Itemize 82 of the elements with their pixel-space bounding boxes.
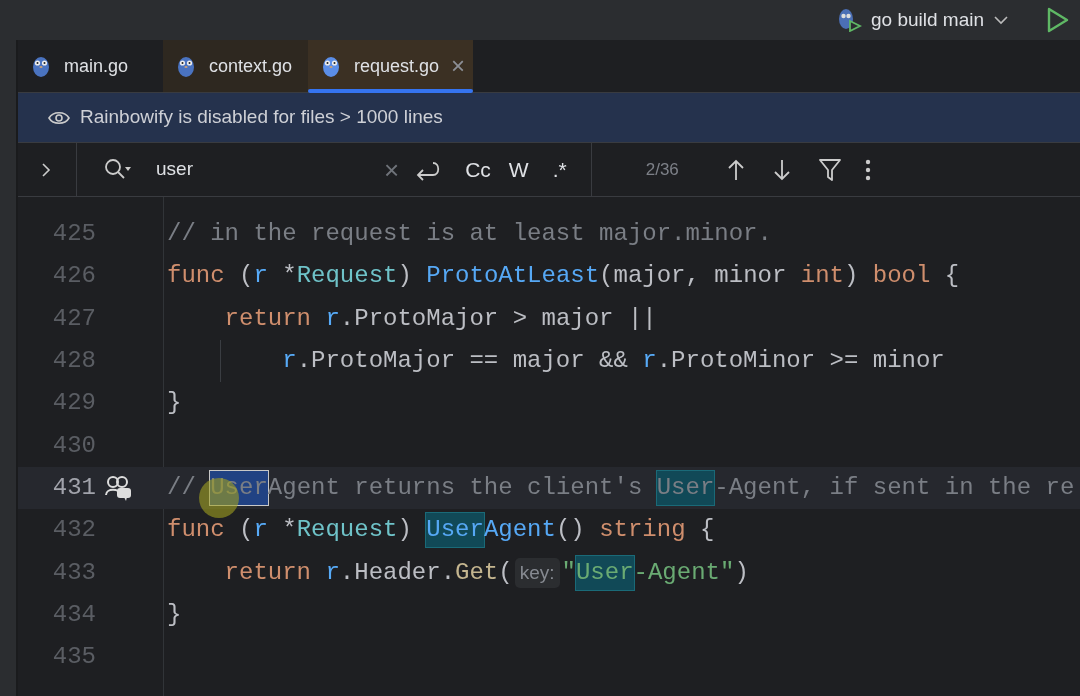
code-text: { bbox=[698, 515, 715, 546]
code-text: * bbox=[281, 515, 297, 546]
arrow-up-icon[interactable] bbox=[726, 158, 745, 181]
receiver-name: r bbox=[253, 261, 268, 292]
code-text: ) bbox=[843, 261, 860, 292]
keyword: string bbox=[599, 515, 686, 546]
file-tab[interactable]: context.go bbox=[163, 40, 308, 92]
chevron-down-icon bbox=[994, 15, 1008, 25]
keyword: func bbox=[167, 261, 225, 292]
receiver-name: r bbox=[325, 303, 340, 334]
search-match: User bbox=[656, 470, 715, 505]
comment-text: // bbox=[167, 472, 197, 503]
gopher-icon bbox=[175, 54, 197, 78]
keyword: bool bbox=[872, 261, 931, 292]
code-text: .Header. bbox=[339, 557, 456, 588]
code-text: (major, minor bbox=[599, 261, 788, 292]
regex-toggle[interactable]: .* bbox=[552, 153, 567, 186]
gopher-icon bbox=[320, 54, 342, 78]
receiver-name: r bbox=[325, 557, 340, 588]
code-text: } bbox=[167, 388, 182, 419]
function-name: ProtoAtLeast bbox=[426, 261, 600, 292]
code-text: .ProtoMajor == major && bbox=[296, 346, 629, 377]
comment-text: -Agent, if sent in the re bbox=[714, 472, 1075, 503]
code-text: () bbox=[555, 515, 586, 546]
code-text: ( bbox=[238, 515, 254, 546]
line-number: 429 bbox=[51, 388, 96, 419]
comment-text: // in the request is at least major.minor. bbox=[167, 219, 772, 250]
run-icon[interactable] bbox=[1046, 7, 1070, 33]
code-text: ) bbox=[397, 515, 413, 546]
search-field[interactable]: user bbox=[156, 155, 376, 184]
function-name: Agent bbox=[483, 515, 556, 546]
code-text: ) bbox=[397, 261, 413, 292]
line-number: 432 bbox=[51, 515, 96, 546]
code-text: { bbox=[943, 261, 960, 292]
keyword: func bbox=[167, 515, 225, 546]
line-number: 426 bbox=[51, 261, 96, 292]
code-text: .ProtoMajor > major || bbox=[339, 303, 657, 334]
keyword: int bbox=[800, 261, 844, 292]
code-text: * bbox=[281, 261, 297, 292]
keyword: return bbox=[223, 303, 313, 334]
tab-label: main.go bbox=[64, 54, 129, 78]
line-number: 427 bbox=[51, 303, 96, 334]
receiver-name: r bbox=[281, 346, 297, 377]
tab-label: context.go bbox=[209, 54, 293, 78]
type-name: Request bbox=[296, 515, 398, 546]
code-text: ( bbox=[238, 261, 254, 292]
more-icon[interactable] bbox=[864, 158, 871, 181]
receiver-name: r bbox=[253, 515, 268, 546]
string-literal: -Agent" bbox=[633, 557, 735, 588]
line-number: 430 bbox=[51, 430, 96, 461]
filter-icon[interactable] bbox=[818, 157, 841, 182]
words-toggle[interactable]: W bbox=[508, 153, 529, 186]
tab-label: request.go bbox=[354, 54, 440, 78]
method-name: Get bbox=[455, 557, 499, 588]
receiver-name: r bbox=[642, 346, 657, 377]
close-icon[interactable]: × bbox=[451, 54, 466, 78]
chevron-right-icon[interactable] bbox=[41, 161, 51, 178]
comment-people-icon[interactable] bbox=[104, 474, 132, 501]
eye-icon bbox=[48, 109, 70, 126]
match-count: 2/36 bbox=[645, 158, 679, 181]
banner-text: Rainbowify is disabled for files > 1000 lines bbox=[80, 105, 443, 130]
line-number: 425 bbox=[51, 219, 96, 250]
line-number: 433 bbox=[51, 557, 96, 588]
line-number: 428 bbox=[51, 346, 96, 377]
run-configuration-dropdown[interactable]: go build main bbox=[870, 5, 1008, 35]
parameter-hint: key: bbox=[514, 557, 560, 588]
line-number: 431 bbox=[51, 472, 96, 503]
code-text: ( bbox=[498, 557, 513, 588]
code-text: .ProtoMinor >= minor bbox=[656, 346, 945, 377]
file-tab[interactable]: request.go × bbox=[308, 40, 474, 92]
gopher-icon bbox=[30, 54, 52, 78]
arrow-down-icon[interactable] bbox=[772, 158, 791, 181]
search-match: User bbox=[575, 555, 634, 590]
keyword: return bbox=[223, 557, 313, 588]
line-number: 434 bbox=[51, 599, 96, 630]
match-case-toggle[interactable]: Cc bbox=[465, 153, 491, 186]
code-text: ) bbox=[734, 557, 749, 588]
type-name: Request bbox=[296, 261, 398, 292]
string-literal: " bbox=[561, 557, 576, 588]
code-text: } bbox=[167, 599, 182, 630]
line-number: 435 bbox=[51, 642, 96, 673]
search-match: User bbox=[426, 513, 484, 548]
